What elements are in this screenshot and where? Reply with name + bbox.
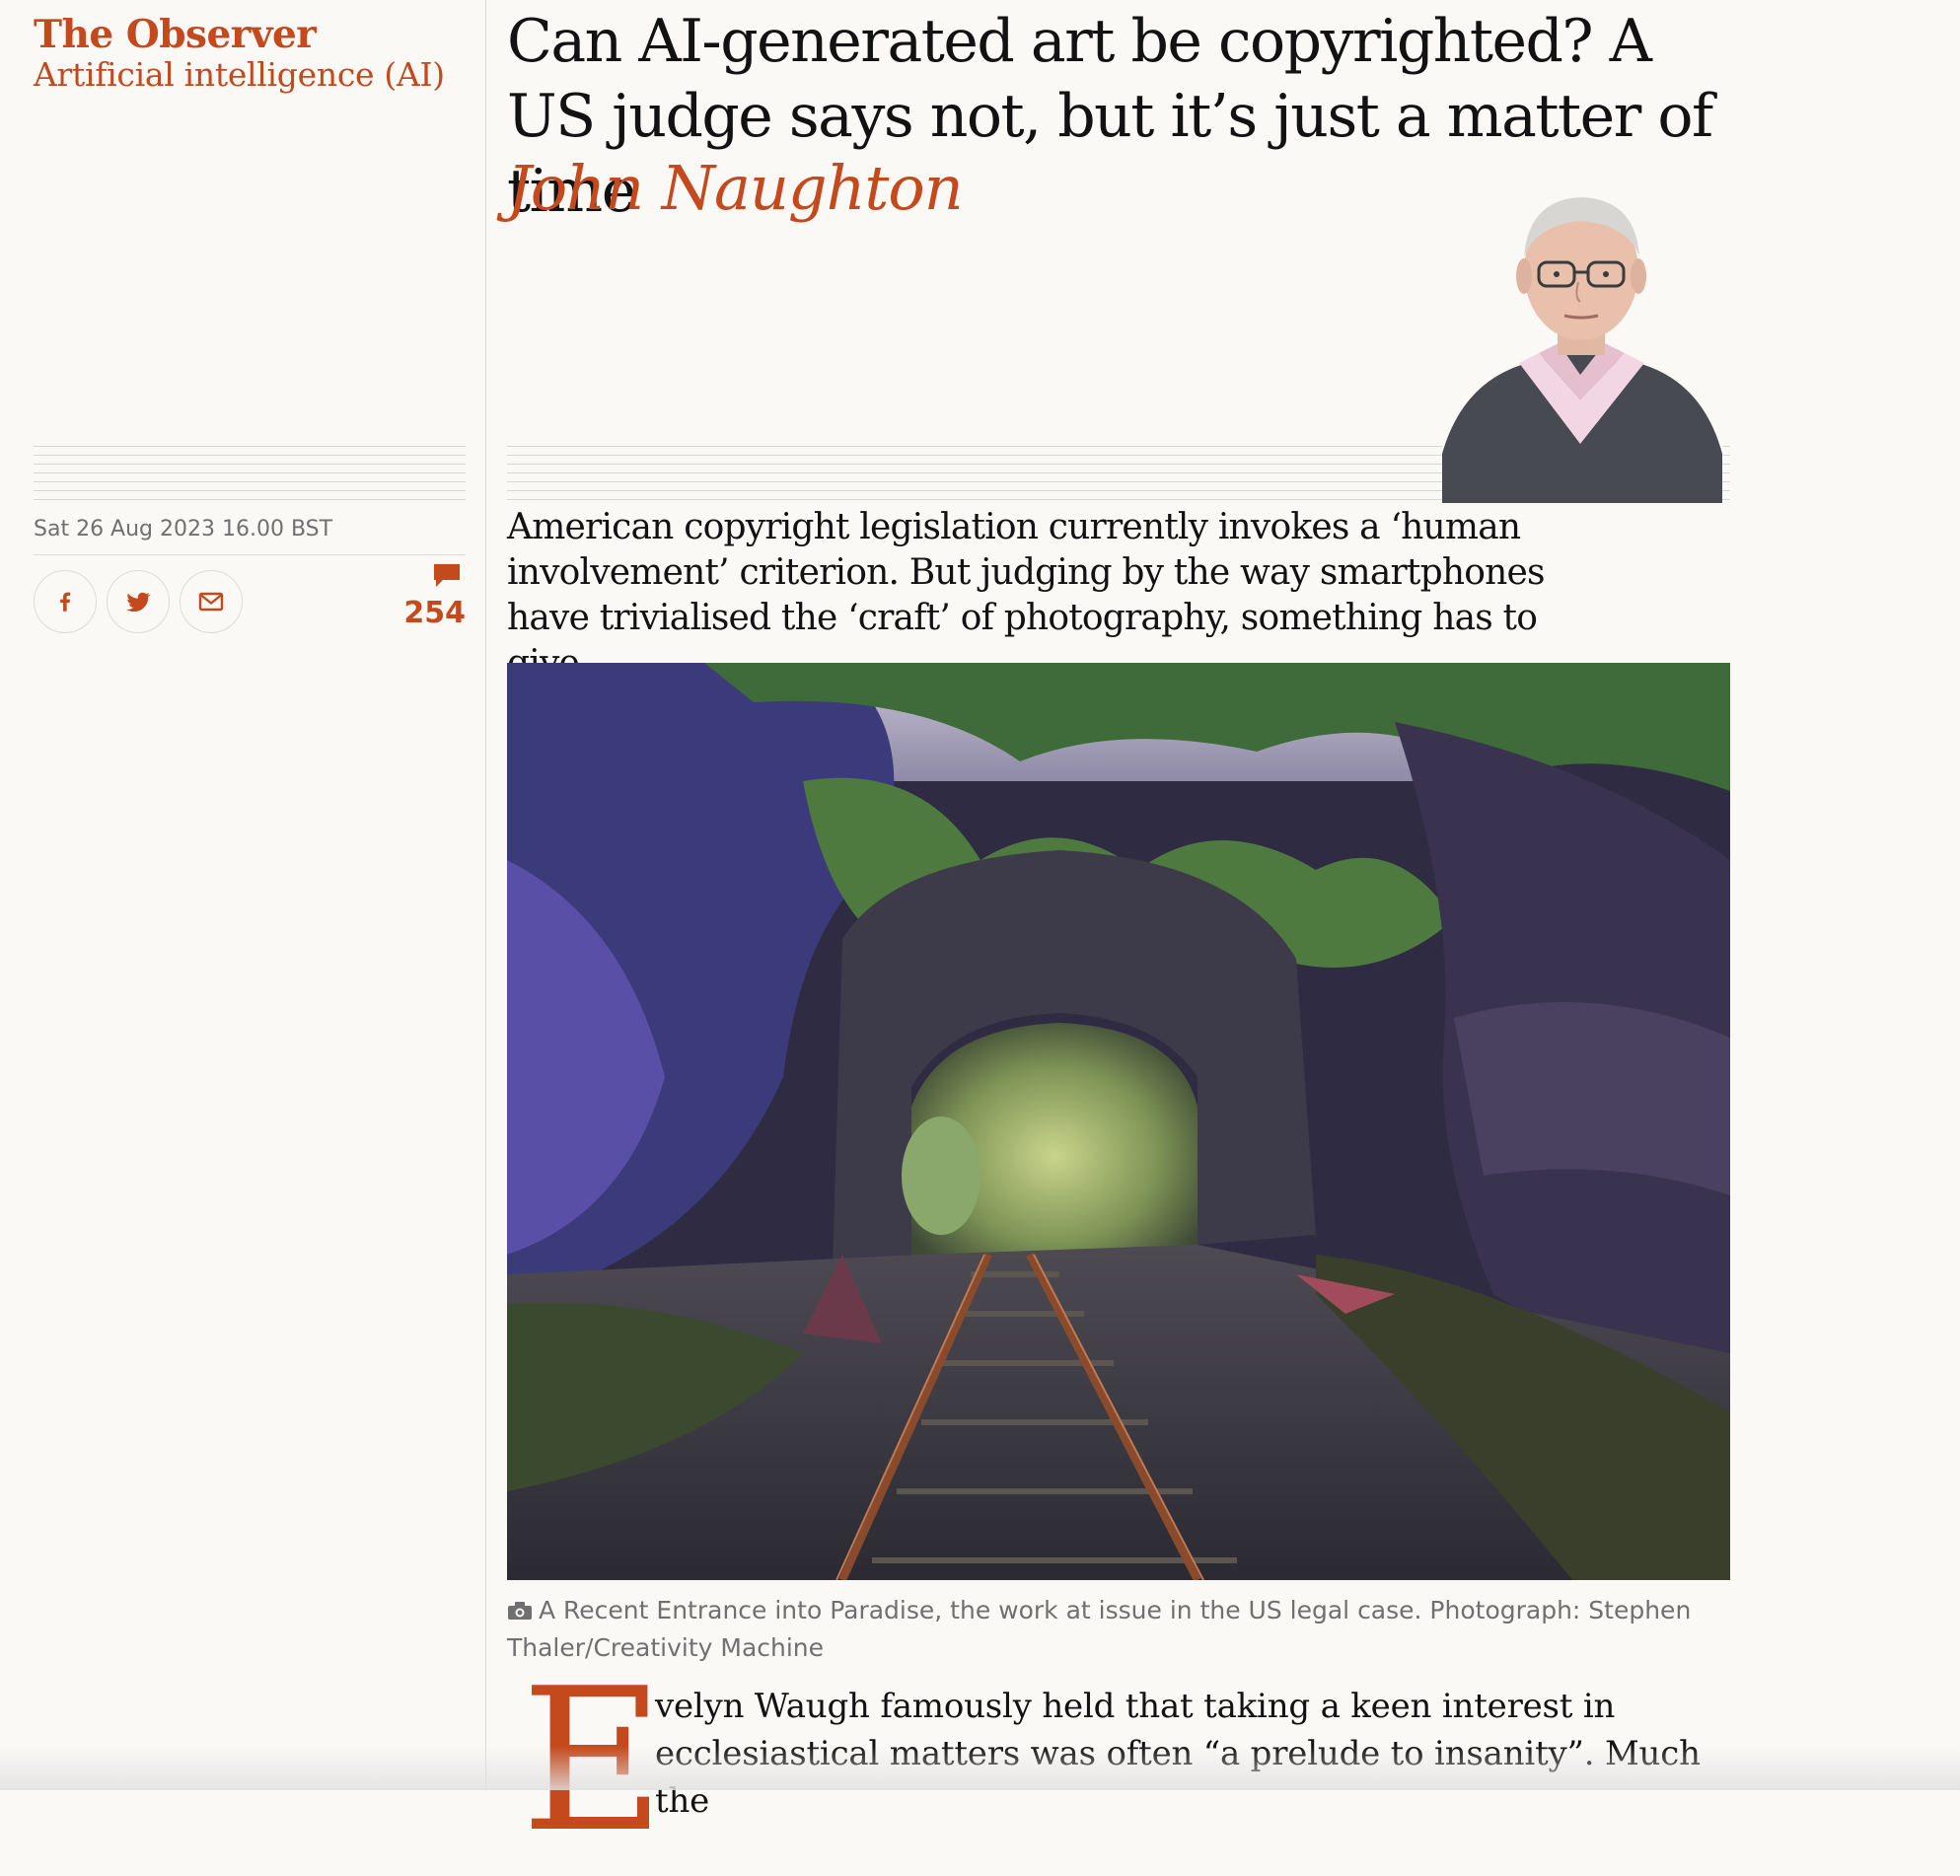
brand-name[interactable]: The Observer: [34, 12, 317, 57]
column-divider: [485, 0, 486, 1790]
comments-link[interactable]: 254: [395, 562, 466, 630]
caption-text: A Recent Entrance into Paradise, the wor…: [507, 1596, 1692, 1662]
share-email-button[interactable]: [180, 570, 243, 633]
camera-icon: [508, 1602, 532, 1620]
twitter-icon: [126, 592, 151, 613]
scroll-fade: [0, 1746, 1960, 1790]
article-main-image[interactable]: [507, 663, 1730, 1580]
share-twitter-button[interactable]: [107, 570, 170, 633]
email-icon: [198, 592, 224, 612]
comment-icon: [434, 564, 460, 587]
facebook-icon: [60, 592, 71, 612]
section-link[interactable]: Artificial intelligence (AI): [34, 55, 445, 94]
share-facebook-button[interactable]: [34, 570, 97, 633]
meta-rules: [34, 446, 466, 505]
comment-count: 254: [403, 596, 466, 630]
publish-date: Sat 26 Aug 2023 16.00 BST: [34, 517, 333, 541]
author-photo: [1442, 187, 1722, 503]
image-caption: A Recent Entrance into Paradise, the wor…: [507, 1592, 1730, 1667]
meta-divider: [34, 554, 466, 555]
article-standfirst: American copyright legislation currently…: [507, 507, 1545, 684]
author-byline[interactable]: John Naughton: [507, 152, 964, 224]
